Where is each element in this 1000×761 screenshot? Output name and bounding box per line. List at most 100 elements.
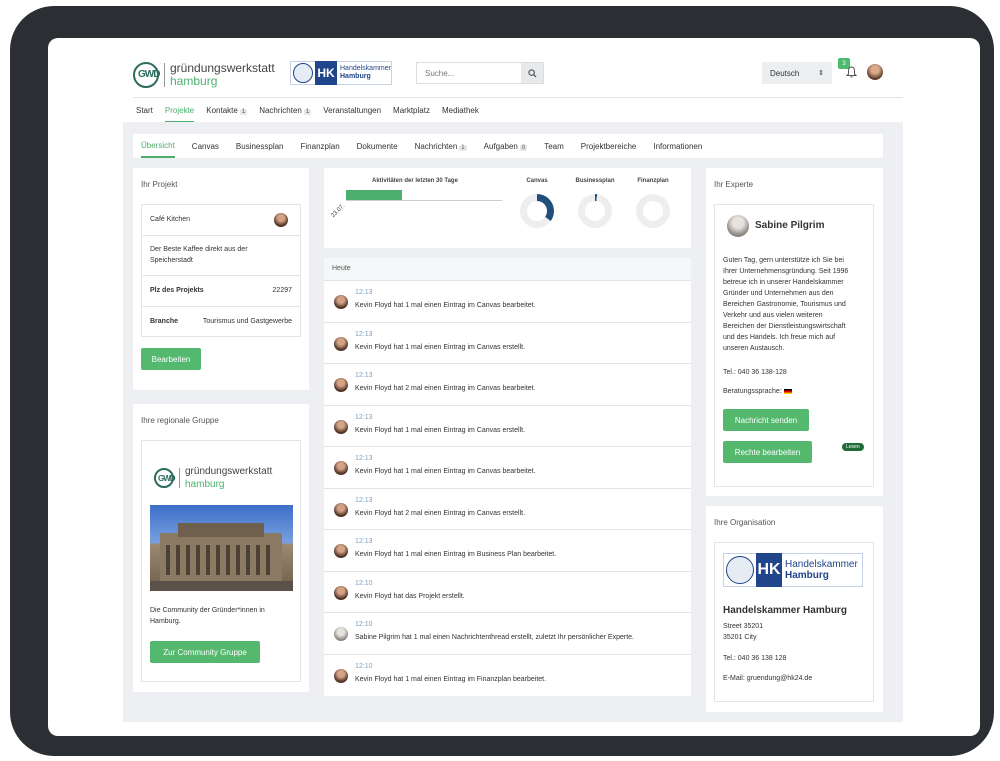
nav-item-start[interactable]: Start: [136, 106, 153, 123]
progress-donut[interactable]: [520, 194, 554, 228]
search-button[interactable]: [521, 63, 543, 83]
progress-donut[interactable]: [578, 194, 612, 228]
avatar: [334, 336, 348, 351]
organisation-city: 35201 City: [723, 634, 757, 641]
feed-item[interactable]: 12:13 Kevin Floyd hat 2 mal einen Eintrag…: [324, 487, 691, 529]
edit-project-button[interactable]: Bearbeiten: [141, 348, 201, 370]
gruendungswerkstatt-logo[interactable]: GWD gründungswerkstatt hamburg: [133, 62, 275, 88]
stats-card: Aktivitäten der letzten 30 Tage 23.07. C…: [324, 168, 691, 248]
tab-canvas[interactable]: Canvas: [192, 136, 219, 157]
feed-time: 12:13: [355, 455, 373, 462]
partner-line2: Hamburg: [340, 73, 371, 80]
tab-dokumente[interactable]: Dokumente: [357, 136, 398, 157]
branche-label: Branche: [150, 318, 179, 325]
feed-item[interactable]: 12:13 Kevin Floyd hat 1 mal einen Eintrag…: [324, 404, 691, 446]
group-card-title: Ihre regionale Gruppe: [141, 416, 219, 425]
nav-item-mediathek[interactable]: Mediathek: [442, 106, 479, 123]
tab-team[interactable]: Team: [544, 136, 564, 157]
tab-projektbereiche[interactable]: Projektbereiche: [581, 136, 637, 157]
activity-label: Aktivitäten der letzten 30 Tage: [372, 178, 458, 184]
nav-item-projekte[interactable]: Projekte: [164, 106, 195, 123]
search-box: [416, 62, 544, 84]
nav-item-marktplatz[interactable]: Marktplatz: [393, 106, 430, 123]
organisation-email[interactable]: E-Mail: gruendung@hk24.de: [723, 673, 812, 684]
community-group-button[interactable]: Zur Community Gruppe: [150, 641, 260, 663]
expert-bio-line: und des Handels. Ich freue mich auf: [723, 334, 836, 341]
organisation-card-title: Ihre Organisation: [714, 518, 776, 527]
avatar: [334, 295, 348, 309]
activity-bar: [346, 190, 403, 200]
expert-bio-line: Bereichen der Dienstleistungswirtschaft: [723, 323, 846, 330]
feed-item[interactable]: 12:13 Kevin Floyd hat 1 mal einen Eintrag…: [324, 529, 691, 570]
search-input[interactable]: [417, 63, 521, 83]
feed-item[interactable]: 12:10 Kevin Floyd hat das Projekt erstell…: [324, 570, 691, 612]
tab-finanzplan[interactable]: Finanzplan: [301, 136, 340, 157]
expert-bio-line: Guten Tag, gern unterstütze ich Sie bei: [723, 257, 844, 264]
feed-text: Kevin Floyd hat 1 mal einen Eintrag im B…: [355, 551, 557, 558]
nav-item-kontakte[interactable]: Kontakte 1: [206, 106, 248, 123]
organisation-logo: HK Handelskammer Hamburg: [723, 553, 863, 587]
tab-aufgaben[interactable]: Aufgaben 0: [484, 136, 528, 157]
tab-übersicht[interactable]: Übersicht: [141, 135, 175, 158]
feed-text: Kevin Floyd hat das Projekt erstellt.: [355, 592, 465, 600]
feed-item[interactable]: 12:13 Kevin Floyd hat 1 mal einen Eintrag…: [324, 321, 691, 363]
feed-time: 12:10: [355, 621, 373, 628]
nav-item-veranstaltungen[interactable]: Veranstaltungen: [323, 106, 381, 123]
feed-item[interactable]: 12:13 Kevin Floyd hat 1 mal einen Eintrag…: [324, 280, 691, 321]
logo-line2: hamburg: [170, 74, 218, 88]
organisation-seal-icon: [726, 556, 754, 584]
top-bar: GWD gründungswerkstatt hamburg HK Handel…: [133, 56, 903, 106]
tab-nachrichten[interactable]: Nachrichten 1: [415, 136, 467, 157]
progress-donut[interactable]: [636, 194, 670, 228]
expert-bio-line: Verkehr und aus vielen weiteren: [723, 312, 823, 319]
avatar: [334, 585, 348, 600]
feed-time: 12:13: [355, 413, 373, 421]
rights-badge: Lesen: [842, 443, 864, 451]
nav-item-nachrichten[interactable]: Nachrichten 1: [259, 106, 312, 123]
language-select[interactable]: Deutsch ⇕: [762, 62, 832, 84]
feed-time: 12:10: [355, 579, 373, 587]
device-frame: GWD gründungswerkstatt hamburg HK Handel…: [10, 6, 994, 756]
bell-icon[interactable]: [845, 66, 858, 81]
feed-item[interactable]: 12:13 Kevin Floyd hat 1 mal einen Eintrag…: [324, 446, 691, 487]
project-description-row: Der Beste Kaffee direkt aus der Speicher…: [142, 236, 300, 276]
feed-time: 12:13: [355, 496, 373, 504]
group-logo-mark-icon: GWD: [154, 468, 176, 488]
project-name: Café Kitchen: [150, 216, 191, 223]
tab-label: Finanzplan: [300, 141, 340, 151]
street: [150, 581, 293, 591]
user-avatar[interactable]: [867, 64, 883, 80]
tab-label: Dokumente: [356, 141, 398, 151]
nav-item-label: Projekte: [164, 106, 195, 115]
logo-mark-text: GWD: [138, 69, 160, 80]
hk-box: HK: [315, 61, 337, 85]
logo-mark-icon: GWD: [133, 62, 160, 88]
avatar: [334, 544, 348, 558]
partner-line1: Handelskammer: [340, 65, 391, 72]
donut-label: Businessplan: [575, 178, 615, 184]
feed-item[interactable]: 12:10 Sabine Pilgrim hat 1 mal einen Nach…: [324, 612, 691, 653]
handelskammer-logo[interactable]: HK Handelskammer Hamburg: [290, 61, 392, 85]
edit-rights-button[interactable]: Rechte bearbeiten: [723, 441, 812, 463]
plz-label: Plz des Projekts: [150, 287, 204, 294]
group-logo-line1: gründungswerkstatt: [185, 466, 273, 477]
tab-label: Businessplan: [235, 141, 284, 151]
logo-separator: [164, 63, 165, 87]
send-message-button[interactable]: Nachricht senden: [723, 409, 809, 431]
nav-item-label: Veranstaltungen: [323, 106, 382, 115]
tab-informationen[interactable]: Informationen: [653, 136, 702, 157]
feed-time: 12:13: [355, 372, 373, 379]
tab-label: Übersicht: [141, 140, 175, 150]
feed-item[interactable]: 12:13 Kevin Floyd hat 2 mal einen Eintrag…: [324, 363, 691, 404]
tab-label: Projektbereiche: [580, 141, 637, 151]
seal-icon: [293, 63, 313, 83]
avatar: [334, 668, 348, 683]
avatar: [334, 419, 348, 434]
tab-businessplan[interactable]: Businessplan: [236, 136, 284, 157]
feed-item[interactable]: 12:10 Kevin Floyd hat 1 mal einen Eintrag…: [324, 653, 691, 695]
feed-time: 12:13: [355, 289, 373, 296]
activity-date: 23.07.: [330, 202, 347, 220]
feed-time: 12:13: [355, 330, 373, 338]
organisation-name: Handelskammer Hamburg: [723, 605, 847, 616]
nav-item-label: Start: [136, 106, 153, 115]
